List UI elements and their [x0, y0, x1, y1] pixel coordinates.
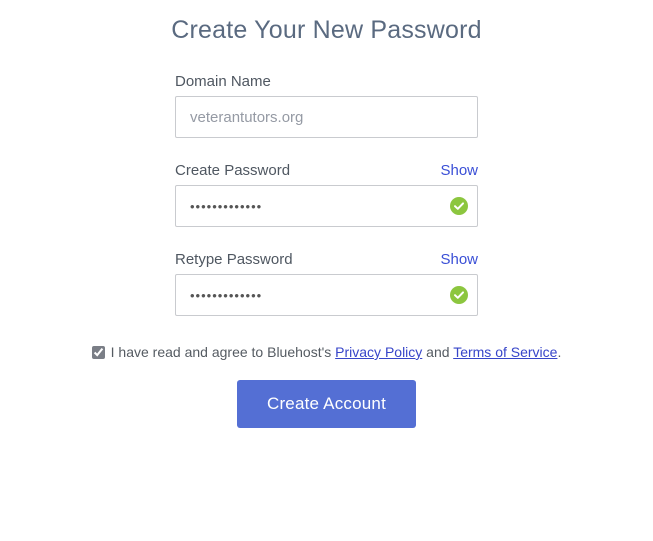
- retype-password-group: Retype Password Show: [175, 251, 478, 316]
- check-circle-icon: [450, 197, 468, 215]
- create-account-button[interactable]: Create Account: [237, 380, 416, 428]
- consent-prefix: I have read and agree to Bluehost's: [111, 344, 336, 360]
- page-title: Create Your New Password: [171, 16, 482, 45]
- consent-text: I have read and agree to Bluehost's Priv…: [111, 344, 562, 360]
- show-password-link[interactable]: Show: [440, 162, 478, 179]
- privacy-policy-link[interactable]: Privacy Policy: [335, 344, 422, 360]
- retype-password-input[interactable]: [175, 274, 478, 316]
- domain-name-input[interactable]: [175, 96, 478, 138]
- domain-name-group: Domain Name: [175, 73, 478, 138]
- domain-name-label: Domain Name: [175, 73, 271, 90]
- consent-checkbox[interactable]: [92, 346, 105, 359]
- create-password-label: Create Password: [175, 162, 290, 179]
- consent-row: I have read and agree to Bluehost's Priv…: [92, 344, 562, 360]
- consent-suffix: .: [557, 344, 561, 360]
- show-retype-link[interactable]: Show: [440, 251, 478, 268]
- terms-of-service-link[interactable]: Terms of Service: [453, 344, 557, 360]
- create-password-input[interactable]: [175, 185, 478, 227]
- consent-mid: and: [422, 344, 453, 360]
- create-password-group: Create Password Show: [175, 162, 478, 227]
- check-circle-icon: [450, 286, 468, 304]
- retype-password-label: Retype Password: [175, 251, 293, 268]
